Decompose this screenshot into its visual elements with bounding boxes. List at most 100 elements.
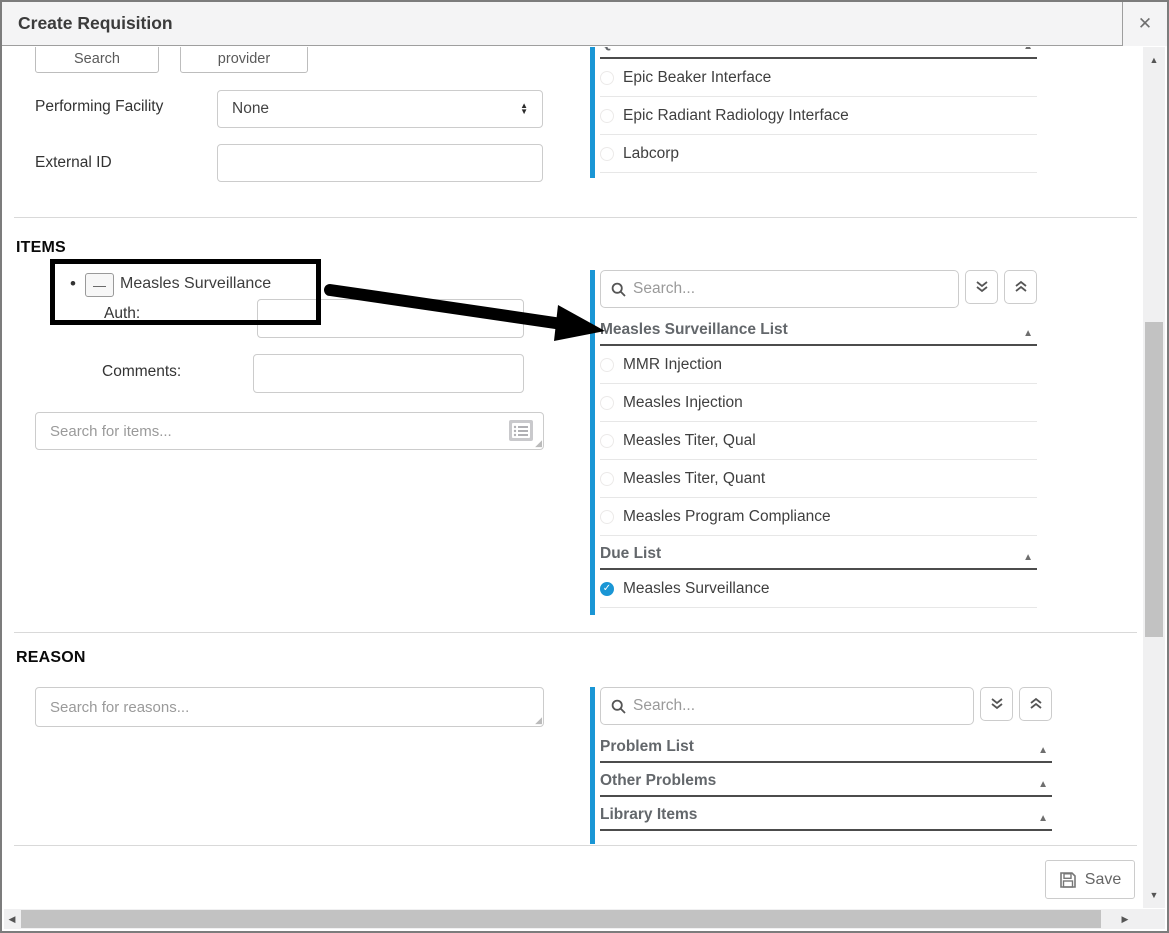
auth-input[interactable] <box>257 299 524 338</box>
items-panel-groups: Measles Surveillance List▲MMR InjectionM… <box>600 318 1037 608</box>
resize-grip-icon[interactable]: ◢ <box>535 438 542 449</box>
list-item-label: Measles Program Compliance <box>623 508 831 526</box>
footer-divider <box>14 845 1137 846</box>
accent-bar <box>590 687 595 844</box>
search-icon <box>611 699 626 714</box>
section-divider <box>14 217 1137 218</box>
list-item[interactable]: Measles Program Compliance <box>600 498 1037 536</box>
list-group-header[interactable]: Other Problems▲ <box>600 769 1052 797</box>
group-header-label: Library Items <box>600 806 697 824</box>
performing-facility-label: Performing Facility <box>35 98 163 116</box>
accent-bar <box>590 270 595 615</box>
scroll-left-icon[interactable]: ◀ <box>4 909 20 929</box>
reason-heading: REASON <box>16 649 86 667</box>
accent-bar <box>590 47 595 178</box>
items-side-panel: Measles Surveillance List▲MMR InjectionM… <box>590 270 1037 615</box>
create-requisition-modal: Create Requisition ✕ Advanced Search Add… <box>0 0 1169 933</box>
list-item[interactable]: Epic Beaker Interface <box>600 59 1037 97</box>
minus-icon: — <box>93 278 106 293</box>
panel-search-box[interactable] <box>600 270 959 308</box>
performing-facility-select[interactable]: None ▲▼ <box>217 90 543 128</box>
list-item[interactable]: Measles Titer, Quant <box>600 460 1037 498</box>
item-list-picker-icon[interactable] <box>508 419 534 442</box>
collapse-arrow-icon: ▲ <box>1038 813 1052 824</box>
list-item[interactable]: Epic Radiant Radiology Interface <box>600 97 1037 135</box>
section-divider <box>14 632 1137 633</box>
save-label: Save <box>1085 871 1121 889</box>
list-item-label: MMR Injection <box>623 356 722 374</box>
radio-icon <box>600 434 614 448</box>
list-item[interactable]: Labcorp <box>600 135 1037 173</box>
vertical-scrollbar[interactable]: ▲ ▼ <box>1143 47 1165 908</box>
list-group-header[interactable]: Library Items ▲ <box>600 803 1052 831</box>
list-item[interactable]: MMR Injection <box>600 346 1037 384</box>
list-group-header[interactable]: Due List▲ <box>600 542 1037 570</box>
panel-search-input[interactable] <box>633 697 963 715</box>
resize-grip-icon[interactable]: ◢ <box>535 715 542 726</box>
expand-all-button[interactable] <box>965 270 998 304</box>
radio-icon <box>600 396 614 410</box>
list-item-label: Measles Injection <box>623 394 743 412</box>
external-id-input[interactable] <box>217 144 543 182</box>
group-header-label: Problem List <box>600 738 694 756</box>
expand-all-button[interactable] <box>980 687 1013 721</box>
comments-label: Comments: <box>102 363 181 381</box>
save-button[interactable]: Save <box>1045 860 1135 899</box>
save-icon <box>1059 871 1077 889</box>
list-item[interactable]: Measles Titer, Qual <box>600 422 1037 460</box>
list-item-label: Measles Titer, Qual <box>623 432 756 450</box>
collapse-arrow-icon: ▲ <box>1023 552 1037 563</box>
panel-search-input[interactable] <box>633 280 948 298</box>
reason-panel-groups: Problem List▲Other Problems▲Library Item… <box>600 735 1052 831</box>
advanced-search-button[interactable]: Advanced Search <box>35 47 159 73</box>
list-item[interactable]: ✓ Measles Surveillance <box>600 570 1037 608</box>
radio-icon <box>600 71 614 85</box>
scrollbar-corner <box>1143 909 1165 929</box>
list-group-header[interactable]: Measles Surveillance List▲ <box>600 318 1037 346</box>
radio-icon <box>600 472 614 486</box>
horizontal-scrollbar[interactable]: ◀ ▶ <box>4 909 1143 929</box>
radio-icon <box>600 147 614 161</box>
list-item-label: Measles Titer, Quant <box>623 470 765 488</box>
list-group-header[interactable]: Quick List▲ <box>600 47 1037 59</box>
panel-search-box[interactable] <box>600 687 974 725</box>
scroll-up-icon[interactable]: ▲ <box>1143 51 1165 69</box>
scroll-right-icon[interactable]: ▶ <box>1117 909 1133 929</box>
group-header-label: Measles Surveillance List <box>600 321 788 339</box>
double-chevron-down-icon <box>975 280 989 294</box>
auth-label: Auth: <box>104 305 140 323</box>
radio-icon <box>600 358 614 372</box>
items-search-input[interactable] <box>35 412 544 450</box>
horizontal-scroll-thumb[interactable] <box>21 910 1101 928</box>
collapse-arrow-icon: ▲ <box>1038 745 1052 756</box>
scroll-down-icon[interactable]: ▼ <box>1143 886 1165 904</box>
external-id-label: External ID <box>35 154 112 172</box>
collapse-all-button[interactable] <box>1019 687 1052 721</box>
list-group-header[interactable]: Problem List ▲ <box>600 735 1052 763</box>
radio-icon <box>600 109 614 123</box>
collapse-arrow-icon: ▲ <box>1038 779 1052 790</box>
double-chevron-up-icon <box>1014 280 1028 294</box>
performing-facility-value: None <box>232 100 269 118</box>
radio-icon <box>600 510 614 524</box>
modal-titlebar: Create Requisition <box>2 2 1167 46</box>
quick-list-groups: Quick List▲ Epic Beaker Interface Epic Rad… <box>600 47 1037 178</box>
reason-side-panel: Problem List▲Other Problems▲Library Item… <box>590 687 1052 844</box>
reason-search-input[interactable] <box>35 687 544 727</box>
comments-input[interactable] <box>253 354 524 393</box>
items-heading: ITEMS <box>16 239 66 257</box>
double-chevron-down-icon <box>990 697 1004 711</box>
close-icon: ✕ <box>1138 14 1152 34</box>
collapse-all-button[interactable] <box>1004 270 1037 304</box>
collapse-item-button[interactable]: — <box>85 273 114 297</box>
vertical-scroll-thumb[interactable] <box>1145 322 1163 637</box>
list-item-label: Measles Surveillance <box>623 580 769 598</box>
list-item[interactable]: Measles Injection <box>600 384 1037 422</box>
search-icon <box>611 282 626 297</box>
close-button[interactable]: ✕ <box>1122 2 1167 46</box>
checked-icon: ✓ <box>600 582 614 596</box>
list-item-label: Epic Beaker Interface <box>623 69 771 87</box>
add-new-provider-button[interactable]: Add new provider <box>180 47 308 73</box>
double-chevron-up-icon <box>1029 697 1043 711</box>
quick-list-panel: Quick List▲ Epic Beaker Interface Epic Rad… <box>590 47 1037 178</box>
